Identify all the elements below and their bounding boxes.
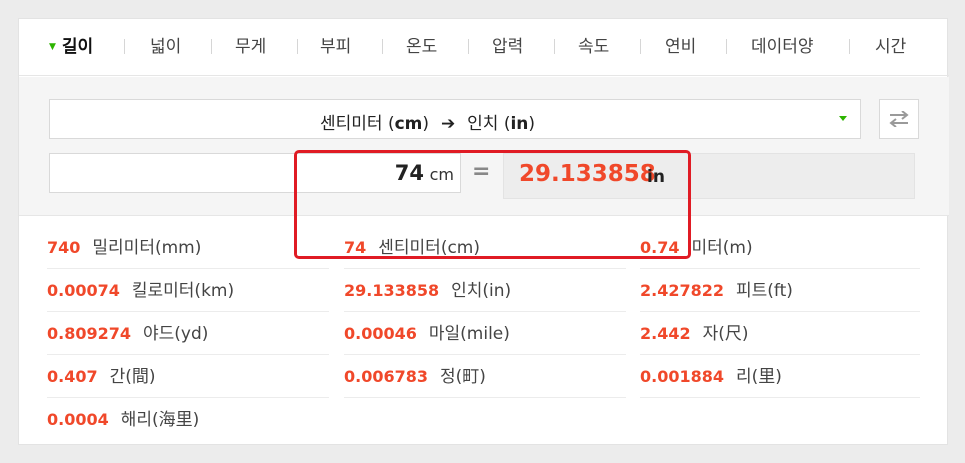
result-item: 0.00046 마일(mile) [344, 312, 626, 355]
result-item: 74 센티미터(cm) [344, 226, 626, 269]
tab-speed[interactable]: 속도 [578, 35, 609, 59]
output-value: 29.133858 [519, 161, 656, 187]
result-item: 740 밀리미터(mm) [47, 226, 329, 269]
result-item: 0.0004 해리(海里) [47, 410, 200, 430]
caret-down-icon: ▼ [49, 42, 56, 52]
output-value-field: 29.133858 in [503, 153, 915, 199]
converter-area: 센티미터 (cm) ➔ 인치 (in) 74 cm = 29.133858 in [19, 77, 949, 259]
input-value-field[interactable]: 74 cm [49, 153, 461, 193]
tab-fuel-economy[interactable]: 연비 [665, 35, 696, 59]
tab-length[interactable]: ▼ 길이 [49, 35, 93, 59]
input-unit: cm [429, 165, 454, 184]
result-item: 2.427822 피트(ft) [640, 269, 920, 312]
result-item: 0.006783 정(町) [344, 355, 626, 398]
tab-time[interactable]: 시간 [875, 35, 906, 59]
tab-area[interactable]: 넓이 [150, 35, 181, 59]
tab-label: 길이 [61, 37, 94, 57]
swap-units-button[interactable] [879, 99, 919, 139]
tab-pressure[interactable]: 압력 [492, 35, 523, 59]
arrow-right-icon: ➔ [435, 114, 462, 134]
result-item: 0.001884 리(里) [640, 355, 920, 398]
tab-divider [211, 39, 212, 54]
category-tabs: ▼ 길이 넓이 무게 부피 온도 압력 속도 연비 데이터양 시간 [19, 19, 949, 76]
tab-divider [297, 39, 298, 54]
tab-divider [468, 39, 469, 54]
tab-divider [124, 39, 125, 54]
unit-converter-panel: ▼ 길이 넓이 무게 부피 온도 압력 속도 연비 데이터양 시간 센티미터 (c… [18, 18, 949, 445]
dropdown-arrow-icon [839, 116, 847, 121]
unit-pair-select[interactable]: 센티미터 (cm) ➔ 인치 (in) [49, 99, 861, 139]
input-value: 74 [394, 161, 424, 185]
tab-divider [382, 39, 383, 54]
equals-sign: = [472, 159, 491, 184]
result-item: 0.74 미터(m) [640, 226, 920, 269]
result-item: 0.407 간(間) [47, 355, 329, 398]
unit-pair-label: 센티미터 (cm) ➔ 인치 (in) [320, 114, 536, 134]
tab-divider [726, 39, 727, 54]
tab-data-size[interactable]: 데이터양 [751, 35, 814, 59]
tab-weight[interactable]: 무게 [235, 35, 266, 59]
tab-divider [554, 39, 555, 54]
tab-volume[interactable]: 부피 [320, 35, 351, 59]
result-item: 29.133858 인치(in) [344, 269, 626, 312]
result-item: 2.442 자(尺) [640, 312, 920, 355]
tab-divider [849, 39, 850, 54]
result-item: 0.809274 야드(yd) [47, 312, 329, 355]
tab-temperature[interactable]: 온도 [406, 35, 437, 59]
tab-divider [640, 39, 641, 54]
result-item: 0.00074 킬로미터(km) [47, 269, 329, 312]
output-unit: in [647, 167, 665, 187]
swap-icon [889, 111, 909, 127]
